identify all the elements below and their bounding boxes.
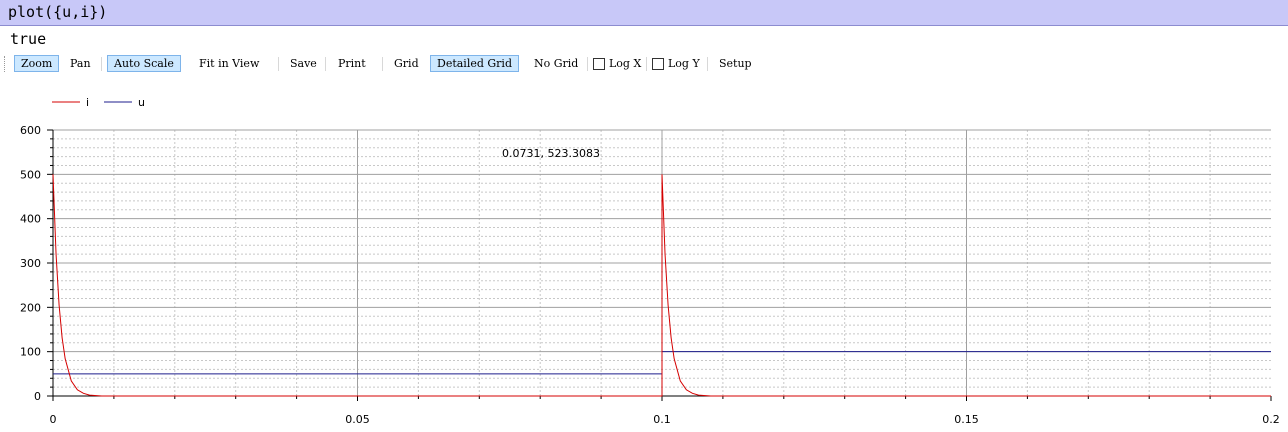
pan-button[interactable]: Pan	[64, 55, 97, 72]
command-line[interactable]: plot({u,i})	[0, 0, 1288, 26]
legend: i u	[52, 96, 145, 109]
setup-button[interactable]: Setup	[713, 55, 758, 72]
plot-area[interactable]: i u 0 0.05 0.1 0.15 0.2 0 100 200 300 400 500 600 0…	[0, 84, 1288, 432]
y-tick-label: 0	[34, 390, 41, 403]
toolbar-separator	[325, 57, 326, 71]
log-x-checkbox-box[interactable]	[593, 57, 605, 70]
toolbar-separator	[587, 57, 588, 71]
no-grid-button[interactable]: No Grid	[528, 55, 584, 72]
toolbar-separator	[278, 57, 279, 71]
log-y-label: Log Y	[668, 57, 700, 70]
zoom-button[interactable]: Zoom	[14, 55, 60, 72]
command-result: true	[10, 30, 47, 48]
coordinate-readout: 0.0731, 523.3083	[502, 147, 600, 160]
y-tick-label: 200	[20, 301, 41, 314]
x-tick-label: 0.2	[1262, 413, 1280, 426]
detailed-grid-button[interactable]: Detailed Grid	[430, 55, 519, 72]
x-tick-label: 0.15	[954, 413, 979, 426]
x-tick-label: 0.05	[345, 413, 370, 426]
toolbar-separator	[646, 57, 647, 71]
fit-in-view-button[interactable]: Fit in View	[193, 55, 265, 72]
log-y-checkbox[interactable]: Log Y	[652, 55, 700, 72]
y-tick-label: 600	[20, 124, 41, 137]
log-y-checkbox-box[interactable]	[652, 57, 664, 70]
tick-labels: 0 0.05 0.1 0.15 0.2 0 100 200 300 400 500 600	[20, 124, 1280, 426]
y-tick-label: 400	[20, 213, 41, 226]
legend-label-u: u	[138, 96, 145, 109]
plot-toolbar: Zoom Pan Auto Scale Fit in View Save Pri…	[0, 52, 1288, 76]
toolbar-separator	[101, 57, 102, 71]
x-tick-label: 0	[50, 413, 57, 426]
auto-scale-button[interactable]: Auto Scale	[107, 55, 181, 72]
log-x-label: Log X	[609, 57, 642, 70]
grid-button[interactable]: Grid	[388, 55, 425, 72]
legend-label-i: i	[86, 96, 89, 109]
command-text: plot({u,i})	[8, 3, 108, 21]
toolbar-grip[interactable]	[4, 56, 8, 72]
toolbar-separator	[707, 57, 708, 71]
x-tick-label: 0.1	[653, 413, 671, 426]
y-tick-label: 500	[20, 168, 41, 181]
y-tick-label: 100	[20, 346, 41, 359]
y-tick-label: 300	[20, 257, 41, 270]
print-button[interactable]: Print	[332, 55, 372, 72]
save-button[interactable]: Save	[284, 55, 323, 72]
log-x-checkbox[interactable]: Log X	[593, 55, 641, 72]
toolbar-separator	[382, 57, 383, 71]
